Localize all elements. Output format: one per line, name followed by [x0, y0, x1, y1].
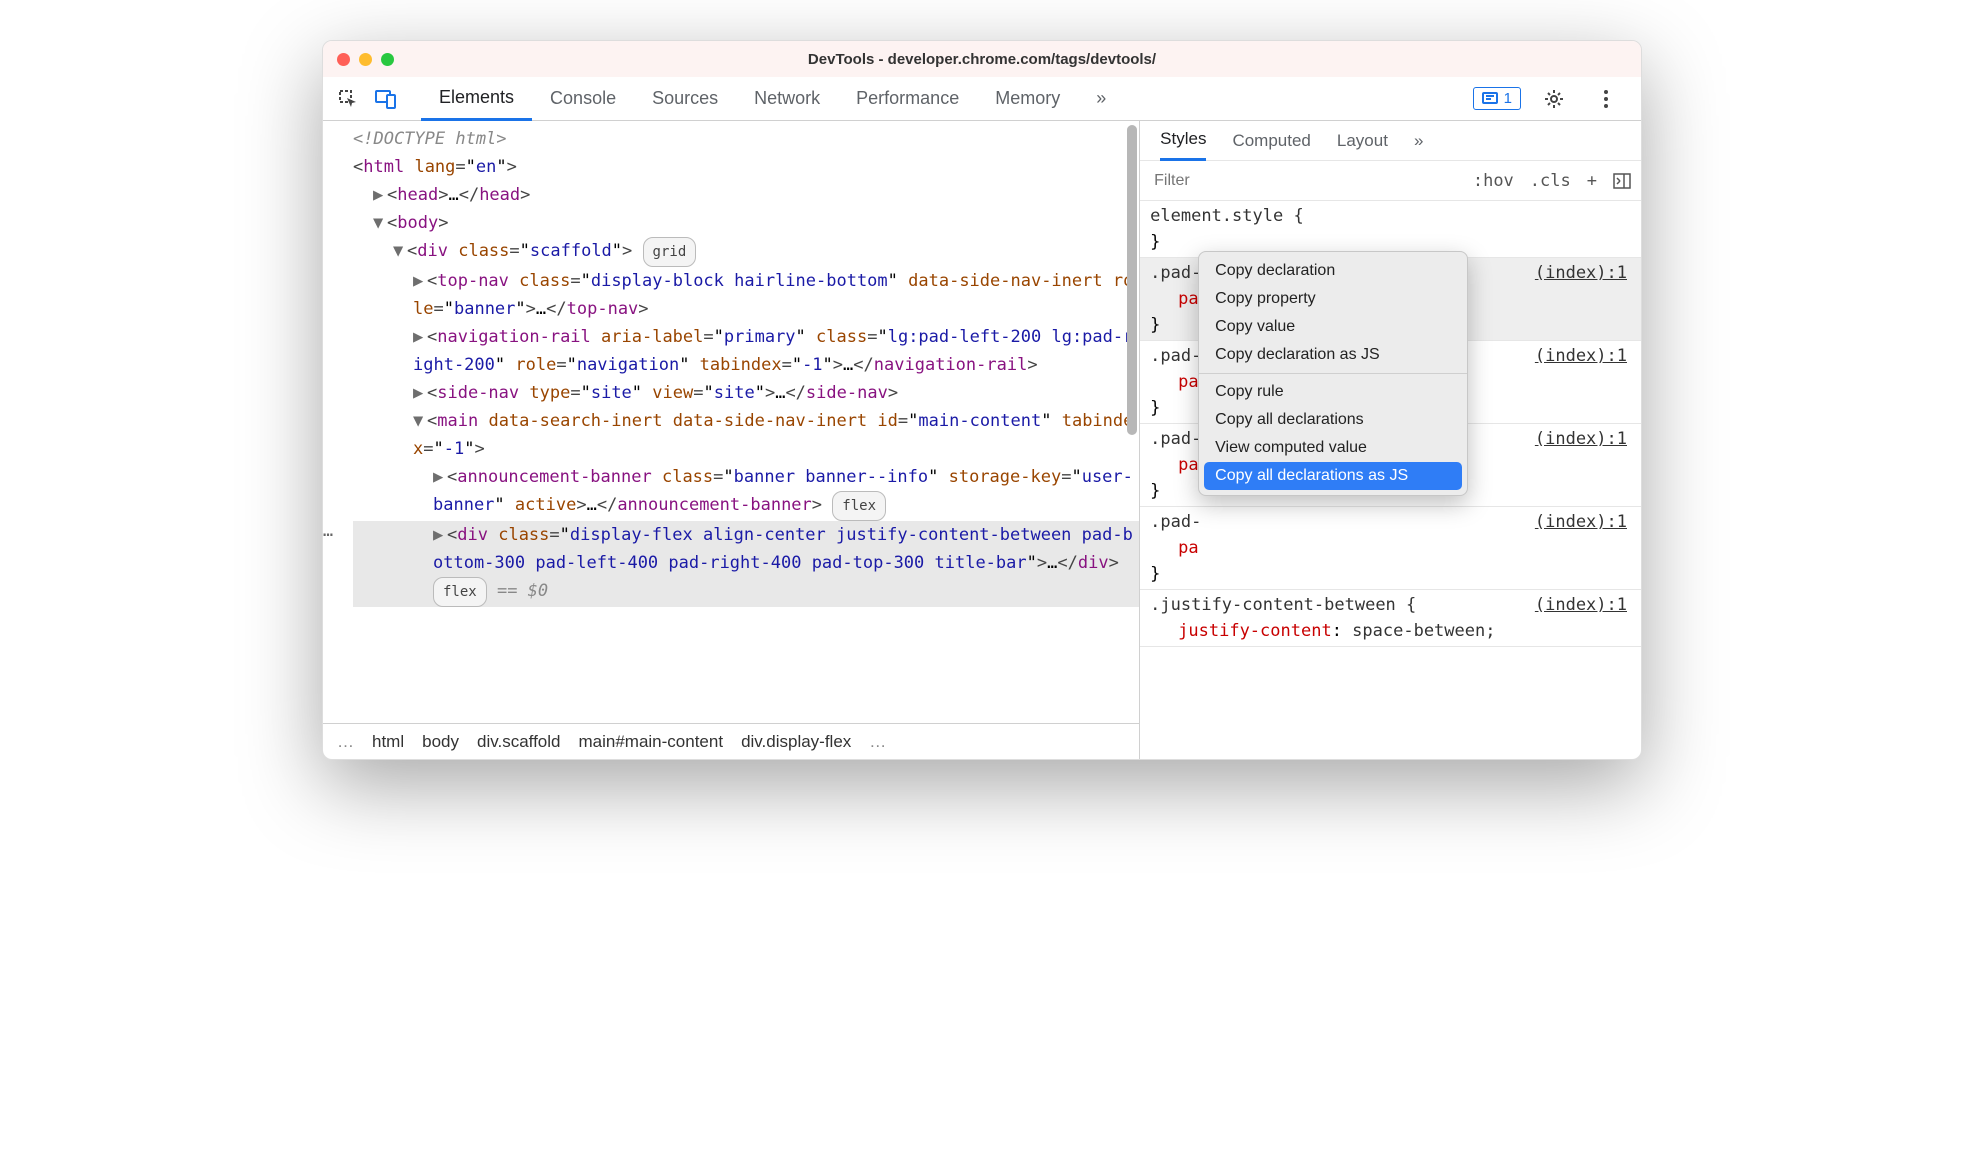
scrollbar[interactable]: [1127, 125, 1137, 435]
elements-panel: <!DOCTYPE html> <html lang="en"> ▶<head>…: [323, 121, 1140, 759]
filter-input[interactable]: [1140, 161, 1463, 200]
ctx-copy-all-declarations[interactable]: Copy all declarations: [1199, 406, 1467, 434]
ctx-view-computed-value[interactable]: View computed value: [1199, 434, 1467, 462]
dom-tree[interactable]: <!DOCTYPE html> <html lang="en"> ▶<head>…: [323, 121, 1139, 723]
tabs-overflow[interactable]: »: [1078, 77, 1124, 121]
breadcrumb-item[interactable]: html: [372, 728, 404, 756]
device-toggle-icon[interactable]: [367, 77, 405, 121]
ctx-copy-rule[interactable]: Copy rule: [1199, 378, 1467, 406]
context-menu: Copy declaration Copy property Copy valu…: [1198, 251, 1468, 496]
tab-elements[interactable]: Elements: [421, 77, 532, 121]
breadcrumb-item[interactable]: div.display-flex: [741, 728, 851, 756]
subtab-styles[interactable]: Styles: [1160, 121, 1206, 161]
breadcrumb-overflow-right[interactable]: …: [869, 728, 886, 756]
hov-button[interactable]: :hov: [1473, 171, 1514, 191]
titlebar: DevTools - developer.chrome.com/tags/dev…: [323, 41, 1641, 77]
tab-performance[interactable]: Performance: [838, 77, 977, 121]
tab-console[interactable]: Console: [532, 77, 634, 121]
subtabs-overflow[interactable]: »: [1414, 131, 1423, 151]
breadcrumb-item[interactable]: div.scaffold: [477, 728, 560, 756]
breadcrumb-item[interactable]: main#main-content: [578, 728, 723, 756]
breadcrumb[interactable]: … html body div.scaffold main#main-conte…: [323, 723, 1139, 759]
filter-row: :hov .cls +: [1140, 161, 1641, 201]
issues-count: 1: [1504, 90, 1512, 107]
kebab-menu-icon[interactable]: [1587, 77, 1625, 121]
window-title: DevTools - developer.chrome.com/tags/dev…: [323, 51, 1641, 68]
sidebar-toggle-icon[interactable]: [1613, 173, 1631, 189]
new-rule-button[interactable]: +: [1587, 171, 1597, 191]
ctx-copy-declaration[interactable]: Copy declaration: [1199, 257, 1467, 285]
doctype: <!DOCTYPE html>: [353, 129, 507, 149]
tab-sources[interactable]: Sources: [634, 77, 736, 121]
breadcrumb-item[interactable]: body: [422, 728, 459, 756]
subtab-computed[interactable]: Computed: [1232, 131, 1310, 151]
ctx-separator: [1199, 373, 1467, 374]
subtab-layout[interactable]: Layout: [1337, 131, 1388, 151]
grid-badge[interactable]: grid: [643, 237, 697, 267]
main-toolbar: Elements Console Sources Network Perform…: [323, 77, 1641, 121]
main-split: <!DOCTYPE html> <html lang="en"> ▶<head>…: [323, 121, 1641, 759]
dollar-0: == $0: [497, 581, 548, 601]
rule-source-link[interactable]: (index):1: [1535, 343, 1627, 369]
rule-source-link[interactable]: (index):1: [1535, 426, 1627, 452]
rule-element-style: element.style { }: [1140, 201, 1641, 258]
ctx-copy-declaration-as-js[interactable]: Copy declaration as JS: [1199, 341, 1467, 369]
tab-memory[interactable]: Memory: [977, 77, 1078, 121]
rule-source-link[interactable]: (index):1: [1535, 260, 1627, 286]
breadcrumb-overflow-left[interactable]: …: [337, 728, 354, 756]
gear-icon[interactable]: [1535, 77, 1573, 121]
ctx-copy-all-declarations-as-js[interactable]: Copy all declarations as JS: [1204, 462, 1462, 490]
selected-element[interactable]: ▶<div class="display-flex align-center j…: [353, 521, 1139, 607]
issues-badge[interactable]: 1: [1473, 87, 1521, 110]
ctx-copy-value[interactable]: Copy value: [1199, 313, 1467, 341]
styles-panel: Styles Computed Layout » :hov .cls + ele…: [1140, 121, 1641, 759]
flex-badge-2[interactable]: flex: [433, 577, 487, 607]
cls-button[interactable]: .cls: [1530, 171, 1571, 191]
inspect-element-icon[interactable]: [329, 77, 367, 121]
rule-justify-content: (index):1 .justify-content-between { jus…: [1140, 590, 1641, 647]
ctx-copy-property[interactable]: Copy property: [1199, 285, 1467, 313]
panel-tabs: Elements Console Sources Network Perform…: [421, 77, 1124, 121]
devtools-window: DevTools - developer.chrome.com/tags/dev…: [322, 40, 1642, 760]
rule-pad-truncated: (index):1 .pad- pa }: [1140, 507, 1641, 590]
styles-subtabs: Styles Computed Layout »: [1140, 121, 1641, 161]
flex-badge[interactable]: flex: [832, 491, 886, 521]
rule-source-link[interactable]: (index):1: [1535, 592, 1627, 618]
tab-network[interactable]: Network: [736, 77, 838, 121]
rule-source-link[interactable]: (index):1: [1535, 509, 1627, 535]
